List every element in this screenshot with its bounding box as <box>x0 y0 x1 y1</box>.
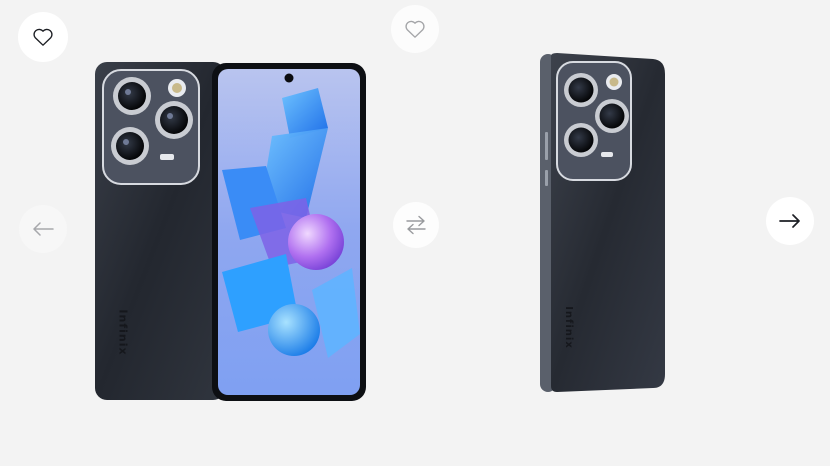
phone-back-image <box>540 53 665 392</box>
brand-logo-text: Infinix <box>116 309 130 356</box>
arrow-right-icon <box>779 214 800 228</box>
heart-icon <box>405 20 425 38</box>
heart-icon <box>33 28 53 46</box>
favorite-button[interactable] <box>391 5 439 53</box>
product-card-back[interactable]: Infinix <box>537 52 672 394</box>
swap-arrows-icon <box>406 215 426 235</box>
next-button[interactable] <box>766 197 814 245</box>
arrow-left-icon <box>33 222 54 236</box>
compare-button[interactable] <box>393 202 439 248</box>
phone-front-back-image <box>95 62 366 401</box>
previous-button[interactable] <box>19 205 67 253</box>
favorite-button[interactable] <box>18 12 68 62</box>
product-card-front-back[interactable]: Infinix <box>90 58 372 404</box>
brand-logo-text: Infinix <box>562 306 574 349</box>
